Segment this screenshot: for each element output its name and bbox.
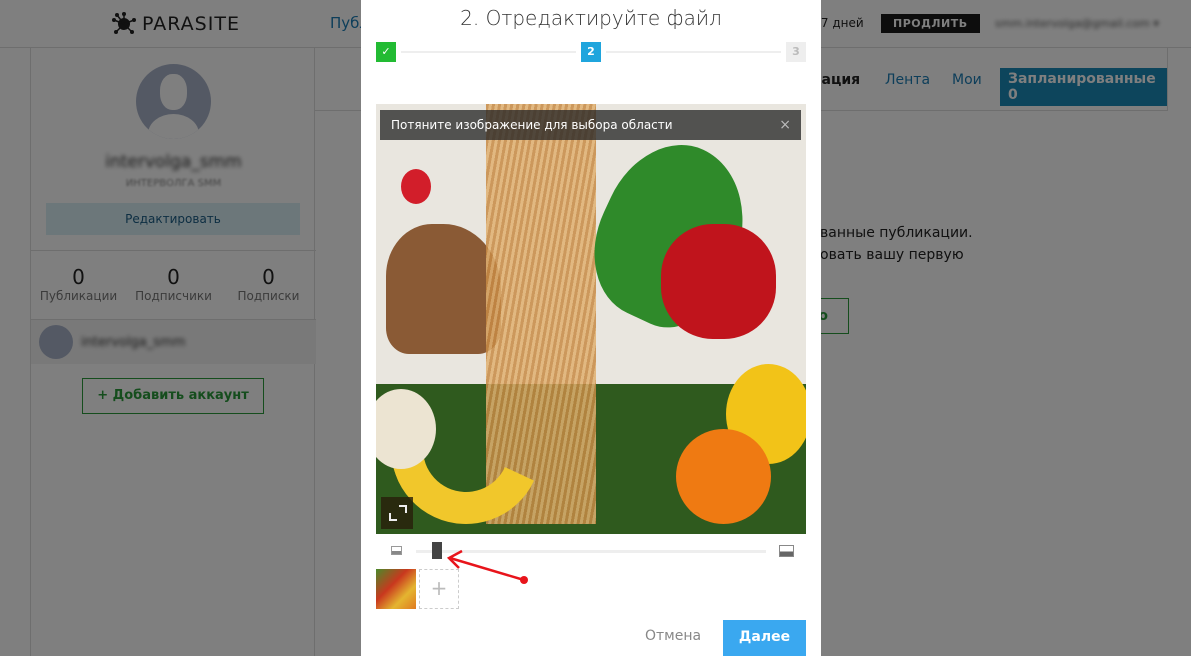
step-line <box>606 51 781 53</box>
step-1-done: ✓ <box>376 42 396 62</box>
fullscreen-icon[interactable] <box>381 497 413 529</box>
image-strawberry <box>401 169 431 204</box>
zoom-in-image-icon[interactable] <box>779 545 794 557</box>
step-line <box>401 51 576 53</box>
next-button[interactable]: Далее <box>723 620 806 656</box>
zoom-out-image-icon[interactable] <box>391 546 402 555</box>
annotation-arrow-icon <box>446 549 528 584</box>
hint-text: Потяните изображение для выбора области <box>391 118 673 132</box>
close-icon[interactable]: × <box>779 110 791 140</box>
step-2-active: 2 <box>581 42 601 62</box>
image-orange <box>676 429 771 524</box>
image-red-pepper <box>661 224 776 339</box>
step-3-pending: 3 <box>786 42 806 62</box>
image-bread <box>386 224 501 354</box>
crop-hint-tooltip: Потяните изображение для выбора области … <box>380 110 801 140</box>
modal-title: 2. Отредактируйте файл <box>460 6 722 30</box>
crop-image[interactable]: Потяните изображение для выбора области … <box>376 104 806 534</box>
edit-file-modal: 2. Отредактируйте файл ✓ 2 3 Потяните из… <box>361 0 821 656</box>
cancel-button[interactable]: Отмена <box>645 628 701 644</box>
image-thumbnail[interactable] <box>376 569 416 609</box>
